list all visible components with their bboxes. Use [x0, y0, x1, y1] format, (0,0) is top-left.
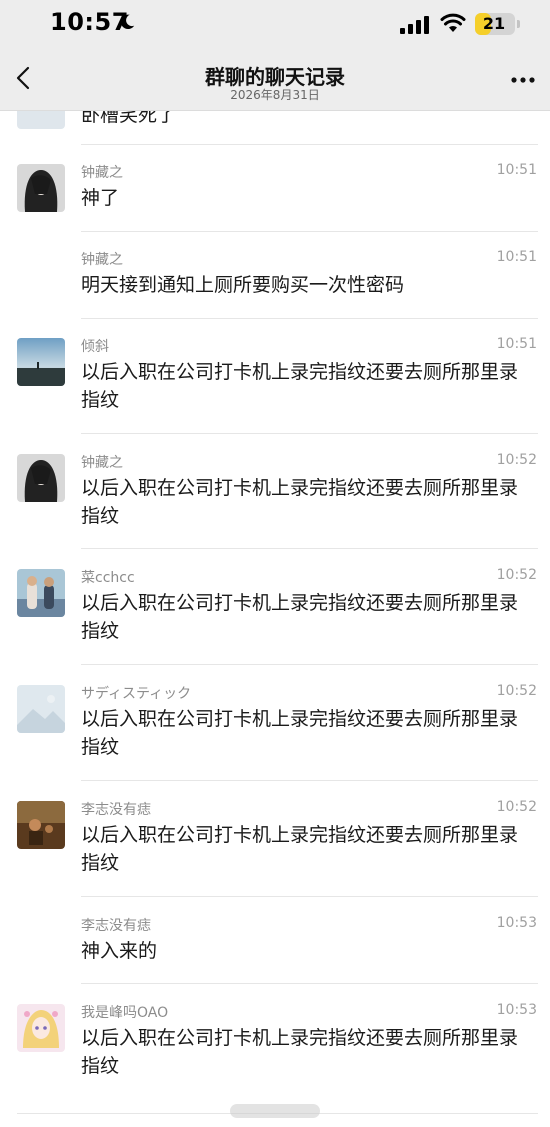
message-text: 以后入职在公司打卡机上录完指纹还要去厕所那里录指纹	[81, 1027, 519, 1077]
wifi-icon	[440, 13, 466, 32]
message-item[interactable]: 钟藏之 10:51 神了	[0, 162, 550, 232]
signal-icon	[400, 16, 429, 34]
sender-name: サディスティック	[81, 686, 192, 702]
message-divider	[81, 548, 538, 549]
message-item[interactable]: 钟藏之 10:52 以后入职在公司打卡机上录完指纹还要去厕所那里录指纹	[0, 452, 550, 552]
message-time: 10:53	[496, 915, 537, 931]
sender-name: 李志没有痣	[81, 802, 151, 818]
message-text: 以后入职在公司打卡机上录完指纹还要去厕所那里录指纹	[81, 824, 519, 874]
message-item[interactable]: 我是峰吗OAO 10:53 以后入职在公司打卡机上录完指纹还要去厕所那里录指纹	[0, 1002, 550, 1102]
message-time: 10:51	[496, 162, 537, 178]
sender-name: 钟藏之	[81, 252, 123, 268]
message-time: 10:52	[496, 567, 537, 583]
sender-name: 倾斜	[81, 339, 109, 355]
message-divider	[81, 433, 538, 434]
message-text: 神了	[81, 187, 120, 209]
girl-hair-avatar	[17, 164, 65, 212]
message-text: 明天接到通知上厕所要购买一次性密码	[81, 274, 405, 296]
message-list[interactable]: 卧槽笑死了 钟藏之 10:51 神了 钟藏之 10:51 明天接到通知上厕所要购…	[0, 111, 550, 1127]
status-bar: 10:57 21	[0, 0, 550, 46]
message-item[interactable]: 菜cchcc 10:52 以后入职在公司打卡机上录完指纹还要去厕所那里录指纹	[0, 567, 550, 667]
sender-name: 钟藏之	[81, 455, 123, 471]
moon-icon	[120, 14, 135, 30]
battery-level: 21	[482, 14, 506, 33]
message-text: 以后入职在公司打卡机上录完指纹还要去厕所那里录指纹	[81, 361, 519, 411]
battery-tip	[517, 20, 520, 28]
message-time: 10:53	[496, 1002, 537, 1018]
message-time: 10:52	[496, 452, 537, 468]
more-options-icon[interactable]	[510, 76, 536, 84]
message-divider	[81, 780, 538, 781]
scroll-indicator	[230, 1104, 320, 1118]
message-text: 以后入职在公司打卡机上录完指纹还要去厕所那里录指纹	[81, 708, 519, 758]
message-item[interactable]: 倾斜 10:51 以后入职在公司打卡机上录完指纹还要去厕所那里录指纹	[0, 336, 550, 436]
people-avatar	[17, 569, 65, 617]
sender-name: 菜cchcc	[81, 570, 135, 586]
message-divider	[81, 318, 538, 319]
painting-avatar	[17, 801, 65, 849]
anime-avatar	[17, 1004, 65, 1052]
message-item[interactable]: 李志没有痣 10:53 神入来的	[0, 915, 550, 985]
message-partial[interactable]: 卧槽笑死了	[0, 111, 550, 145]
message-text: 以后入职在公司打卡机上录完指纹还要去厕所那里录指纹	[81, 477, 519, 527]
placeholder-avatar	[17, 111, 65, 129]
message-text: 以后入职在公司打卡机上录完指纹还要去厕所那里录指纹	[81, 592, 519, 642]
message-text: 卧槽笑死了	[81, 111, 177, 126]
sender-name: 钟藏之	[81, 165, 123, 181]
message-item[interactable]: サディスティック 10:52 以后入职在公司打卡机上录完指纹还要去厕所那里录指纹	[0, 683, 550, 783]
message-divider	[81, 231, 538, 232]
sender-name: 我是峰吗OAO	[81, 1005, 169, 1021]
message-time: 10:51	[496, 249, 537, 265]
nav-bar: 群聊的聊天记录 2026年8月31日	[0, 46, 550, 111]
message-time: 10:52	[496, 683, 537, 699]
message-divider	[81, 896, 538, 897]
battery-indicator: 21	[475, 13, 515, 35]
page-subtitle-date: 2026年8月31日	[230, 88, 320, 102]
sunset-avatar	[17, 338, 65, 386]
placeholder-avatar	[17, 685, 65, 733]
message-divider	[81, 664, 538, 665]
girl-hair-avatar	[17, 454, 65, 502]
message-text: 神入来的	[81, 940, 158, 962]
message-time: 10:51	[496, 336, 537, 352]
message-divider	[81, 144, 538, 145]
message-time: 10:52	[496, 799, 537, 815]
message-item[interactable]: 李志没有痣 10:52 以后入职在公司打卡机上录完指纹还要去厕所那里录指纹	[0, 799, 550, 899]
message-item[interactable]: 钟藏之 10:51 明天接到通知上厕所要购买一次性密码	[0, 249, 550, 319]
message-divider	[81, 983, 538, 984]
sender-name: 李志没有痣	[81, 918, 151, 934]
